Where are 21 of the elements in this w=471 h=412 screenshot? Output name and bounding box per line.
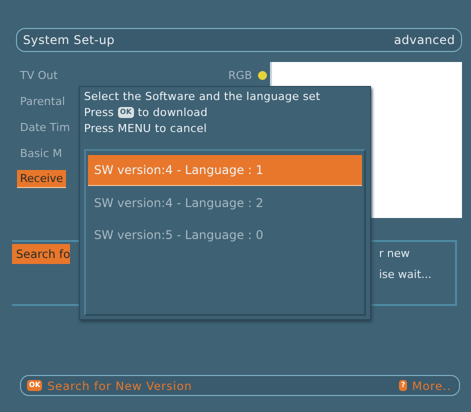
instruction-text: to download — [138, 106, 208, 119]
hint-label: More.. — [412, 378, 451, 392]
version-option[interactable]: SW version:4 - Language : 2 — [88, 188, 362, 218]
status-text: ise wait... — [379, 268, 433, 281]
search-button[interactable]: Search fo — [12, 244, 70, 264]
instruction-text: Press — [84, 106, 114, 119]
status-text: r new — [379, 247, 411, 260]
screen-title: System Set-up — [23, 33, 115, 47]
menu-item[interactable]: TV Out — [17, 66, 61, 84]
mode-label: advanced — [394, 33, 455, 47]
indicator-icon — [258, 70, 267, 80]
instruction-text: Press MENU to cancel — [84, 122, 208, 135]
menu-item[interactable]: Basic M — [17, 144, 66, 162]
menu-item[interactable]: Parental — [17, 92, 68, 110]
instruction-text: Select the Software and the language set — [84, 90, 322, 103]
menu-item[interactable]: Receive — [17, 170, 66, 188]
menu-item[interactable]: Date Tim — [17, 118, 73, 136]
version-option[interactable]: SW version:5 - Language : 0 — [88, 220, 362, 250]
version-option[interactable]: SW version:4 - Language : 1 — [88, 155, 362, 186]
hint-label: Search for New Version — [47, 378, 192, 392]
setting-value: RGB — [228, 68, 252, 82]
